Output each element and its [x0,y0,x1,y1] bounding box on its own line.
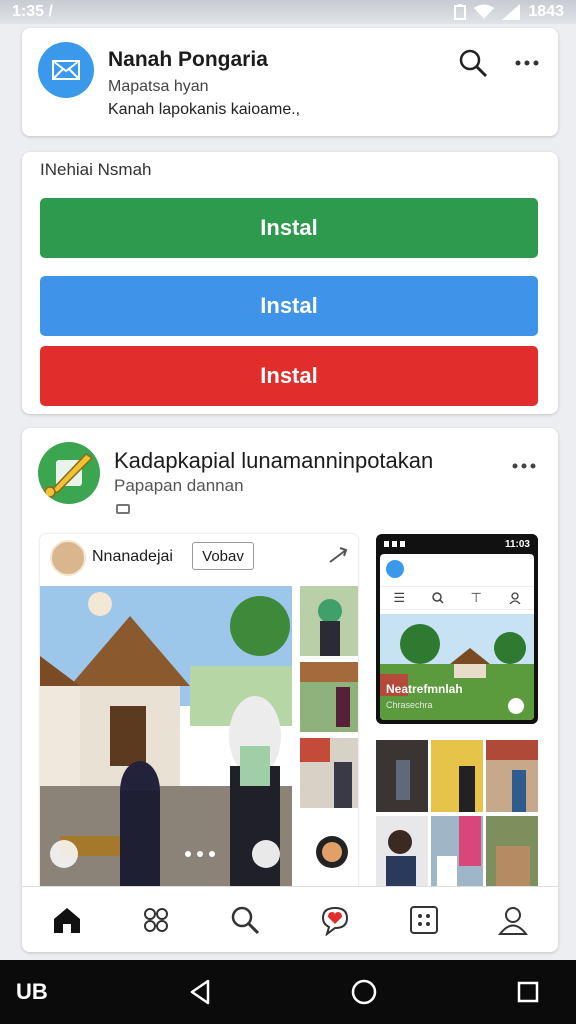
more-dots-icon [515,60,539,66]
profile-icon [509,592,521,604]
nav-label: UB [16,979,48,1004]
tab-home[interactable] [45,898,89,942]
signal-icon [502,4,521,20]
grid-photo-1[interactable] [376,740,428,812]
post-more-button[interactable] [512,448,536,476]
thumbnail-3[interactable] [300,738,358,808]
install-card: INehiai Nsmah Instal Instal Instal [22,152,558,414]
thumbnail-4[interactable] [300,814,358,884]
thumbnail-2[interactable] [300,662,358,732]
phone-caption-sub: Chrasechra [386,700,433,710]
install-button-green[interactable]: Instal [40,198,538,258]
more-options-button[interactable] [512,48,542,78]
more-dots-icon [512,463,536,469]
mail-icon [52,60,80,80]
post-title: Kadapkapial lunamanninpotakan [114,448,434,473]
search-button[interactable] [458,48,488,78]
app-logo [38,42,94,98]
install-card-label: INehiai Nsmah [40,160,152,179]
app-header-card: Nanah Pongaria Mapatsa hyan Kanah lapoka… [22,28,558,136]
grid-photo-3[interactable] [486,740,538,812]
post-subtitle: Papapan dannan [114,476,244,495]
recents-button[interactable] [508,972,548,1012]
app-title: Nanah Pongaria [108,48,268,71]
photo-grid [376,740,538,888]
system-nav-bar: UB [0,960,576,1024]
home-circle-icon [351,979,377,1005]
app-subtitle: Mapatsa hyan [108,78,209,95]
post-avatar[interactable] [38,442,100,504]
phone-mockup[interactable]: 11:03 ☰ ⊤ Neatrefmnlah Chrasechra [376,534,538,724]
wifi-icon [474,4,495,19]
profile-icon [498,906,529,935]
embedded-post[interactable]: Nnanadejai Vobav [40,534,358,894]
status-bar: 1:35 / 1843 [0,0,576,24]
phone-status-icons-icon [384,541,405,547]
home-button[interactable] [344,972,384,1012]
grid-photo-4[interactable] [376,816,428,888]
phone-screen: ☰ ⊤ Neatrefmnlah Chrasechra [380,554,534,720]
phone-status-time: 11:03 [504,538,530,550]
search-icon [232,906,260,934]
filter-icon: ⊤ [470,590,482,605]
tab-search[interactable] [223,898,267,942]
device-icon [116,504,130,514]
tab-apps[interactable] [402,898,446,942]
main-photo[interactable] [40,586,292,894]
search-icon [432,592,444,604]
status-icons: 1843 [454,3,564,21]
tab-notifications[interactable] [313,898,357,942]
recents-square-icon [517,981,539,1003]
grid-photo-5[interactable] [431,816,483,888]
heart-chat-icon [321,906,348,936]
phone-app-icon [386,560,404,578]
bottom-tab-bar [22,886,558,952]
install-button-blue[interactable]: Instal [40,276,538,336]
tab-profile[interactable] [491,898,535,942]
people-icon [143,907,168,932]
install-button-red[interactable]: Instal [40,346,538,406]
grid-photo-6[interactable] [486,816,538,888]
phone-caption: Neatrefmnlah [386,682,463,696]
status-right-text: 1843 [528,3,564,20]
back-button[interactable] [180,972,220,1012]
status-time: 1:35 / [12,3,53,20]
embedded-avatar [50,540,86,576]
post-card: Kadapkapial lunamanninpotakan Papapan da… [22,428,558,952]
thumbnail-1[interactable] [300,586,358,656]
home-icon [53,907,80,933]
app-description: Kanah lapokanis kaioame., [108,101,301,118]
menu-icon: ☰ [393,590,406,605]
embedded-profile-name: Nnanadejai [92,548,173,565]
back-triangle-icon [190,979,210,1005]
search-icon [459,49,488,78]
battery-icon [454,4,467,20]
phone-toolbar: ☰ ⊤ [380,586,534,610]
share-icon[interactable] [328,544,350,566]
apps-grid-icon [409,905,438,934]
quill-icon [44,453,94,498]
tab-people[interactable] [134,898,178,942]
grid-photo-2[interactable] [431,740,483,812]
phone-status-bar: 11:03 [376,534,538,554]
follow-button[interactable]: Vobav [192,542,254,570]
